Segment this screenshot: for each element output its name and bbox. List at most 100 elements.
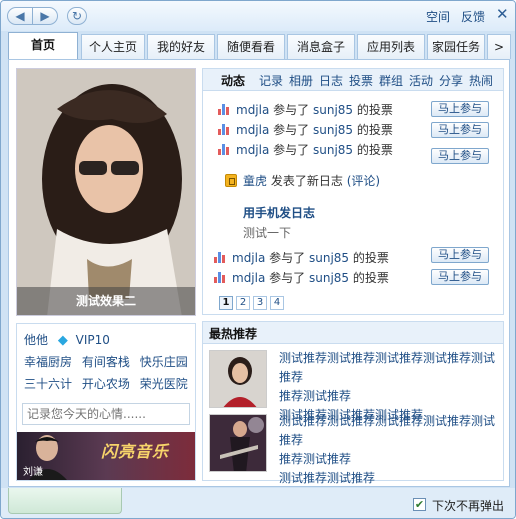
user-link[interactable]: mdjla <box>232 271 265 285</box>
target-user-link[interactable]: sunj85 <box>309 251 349 265</box>
recommend-title: 最热推荐 <box>203 322 503 344</box>
portrait-image <box>17 69 195 315</box>
app-link-farm[interactable]: 开心农场 <box>82 377 130 391</box>
tab-browse[interactable]: 随便看看 <box>217 34 285 59</box>
dont-show-again-label[interactable]: 下次不再弹出 <box>432 497 504 514</box>
profile-photo[interactable]: 测试效果二 <box>16 68 196 316</box>
feed-tab-records[interactable]: 记录 <box>259 72 283 89</box>
title-bar: ◀ ▶ ↻ 空间 反馈 ✕ <box>1 1 515 31</box>
target-user-link[interactable]: sunj85 <box>313 123 353 137</box>
feed-verb: 参与了 <box>269 271 306 285</box>
target-user-link[interactable]: sunj85 <box>309 271 349 285</box>
recommend-line[interactable]: 测试推荐测试推荐测试推荐测试推荐测试推荐 <box>279 412 499 450</box>
poll-icon <box>218 123 232 135</box>
tab-home[interactable]: 首页 <box>8 32 78 60</box>
main-tabs: 首页 个人主页 我的好友 随便看看 消息盒子 应用列表 家园任务 > <box>8 32 512 60</box>
app-link-manor[interactable]: 快乐庄园 <box>140 355 188 369</box>
feed-item-blog: 童虎 发表了新日志 (评论) <box>225 172 380 188</box>
arrow-left-icon: ◀ <box>15 9 25 23</box>
page-2[interactable]: 2 <box>236 296 250 310</box>
comment-link[interactable]: (评论) <box>347 174 380 188</box>
feed-item: mdjla 参与了 sunj85 的投票 <box>218 141 393 157</box>
join-poll-button[interactable]: 马上参与 <box>431 122 489 138</box>
feed-tab-hot[interactable]: 热闹 <box>469 72 493 89</box>
refresh-button[interactable]: ↻ <box>67 7 87 25</box>
user-link[interactable]: mdjla <box>236 123 269 137</box>
feed-tab-albums[interactable]: 相册 <box>289 72 313 89</box>
user-link[interactable]: mdjla <box>236 103 269 117</box>
promo-banner[interactable]: 刘谦 闪亮音乐 <box>17 432 195 480</box>
feed-suffix: 的投票 <box>356 123 393 137</box>
feed-tab-dynamic[interactable]: 动态 <box>221 72 245 89</box>
feed-verb: 发表了新日志 <box>270 174 343 188</box>
feed-suffix: 的投票 <box>352 271 389 285</box>
footer-bar: ✔ 下次不再弹出 <box>1 488 515 518</box>
diamond-icon: ◆ <box>57 333 68 348</box>
tab-friends[interactable]: 我的好友 <box>147 34 215 59</box>
feed-item: mdjla 参与了 sunj85 的投票 <box>214 269 389 285</box>
photo-caption: 测试效果二 <box>17 287 195 315</box>
recommend-line[interactable]: 推荐测试推荐 <box>279 450 499 469</box>
app-link-kitchen[interactable]: 幸福厨房 <box>24 355 72 369</box>
hot-recommendations: 最热推荐 测试推荐测试推荐测试推荐测试推荐测试推荐 推荐测试推荐 测试推荐测试推… <box>202 321 504 485</box>
forward-button[interactable]: ▶ <box>32 7 58 25</box>
feed-tab-polls[interactable]: 投票 <box>349 72 373 89</box>
thumb-image <box>210 415 266 471</box>
blog-title-link[interactable]: 用手机发日志 <box>243 204 315 221</box>
app-link-inn[interactable]: 有间客栈 <box>82 355 130 369</box>
recommend-line[interactable]: 推荐测试推荐 <box>279 387 499 406</box>
app-link-hospital[interactable]: 荣光医院 <box>140 377 188 391</box>
feedback-link[interactable]: 反馈 <box>461 8 485 25</box>
dont-show-again-checkbox[interactable]: ✔ <box>413 498 426 511</box>
feed-suffix: 的投票 <box>352 251 389 265</box>
tab-apps[interactable]: 应用列表 <box>357 34 425 59</box>
join-poll-button[interactable]: 马上参与 <box>431 247 489 263</box>
tab-tasks[interactable]: 家园任务 <box>427 34 485 59</box>
target-user-link[interactable]: sunj85 <box>313 143 353 157</box>
feed-verb: 参与了 <box>269 251 306 265</box>
feed-suffix: 的投票 <box>356 143 393 157</box>
space-link[interactable]: 空间 <box>426 8 450 25</box>
tab-messages[interactable]: 消息盒子 <box>287 34 355 59</box>
recommend-thumb[interactable] <box>209 414 267 472</box>
feed-tabs: 动态 记录 相册 日志 投票 群组 活动 分享 热闹 <box>203 69 503 91</box>
page-4[interactable]: 4 <box>270 296 284 310</box>
target-user-link[interactable]: sunj85 <box>313 103 353 117</box>
join-poll-button[interactable]: 马上参与 <box>431 101 489 117</box>
feed-item: mdjla 参与了 sunj85 的投票 <box>218 121 393 137</box>
thumb-image <box>210 351 266 407</box>
recommend-text[interactable]: 测试推荐测试推荐测试推荐测试推荐测试推荐 推荐测试推荐 测试推荐测试推荐 <box>279 412 499 488</box>
tab-more[interactable]: > <box>487 34 511 59</box>
feed-tab-shares[interactable]: 分享 <box>439 72 463 89</box>
back-button[interactable]: ◀ <box>7 7 33 25</box>
page-1[interactable]: 1 <box>219 296 233 310</box>
recommend-line[interactable]: 测试推荐测试推荐测试推荐测试推荐测试推荐 <box>279 349 499 387</box>
tab-profile[interactable]: 个人主页 <box>81 34 145 59</box>
user-link[interactable]: mdjla <box>236 143 269 157</box>
vip-link[interactable]: VIP10 <box>76 333 110 347</box>
poll-icon <box>218 143 232 155</box>
join-poll-button[interactable]: 马上参与 <box>431 148 489 164</box>
feed-item: mdjla 参与了 sunj85 的投票 <box>214 249 389 265</box>
recommend-thumb[interactable] <box>209 350 267 408</box>
recommend-line[interactable]: 测试推荐测试推荐 <box>279 469 499 488</box>
page-3[interactable]: 3 <box>253 296 267 310</box>
feed-tab-groups[interactable]: 群组 <box>379 72 403 89</box>
feed-tab-blogs[interactable]: 日志 <box>319 72 343 89</box>
nickname-link[interactable]: 他他 <box>24 333 48 347</box>
poll-icon <box>218 103 232 115</box>
feed-suffix: 的投票 <box>356 103 393 117</box>
close-icon[interactable]: ✕ <box>496 5 509 23</box>
user-link[interactable]: mdjla <box>232 251 265 265</box>
activity-feed: 动态 记录 相册 日志 投票 群组 活动 分享 热闹 mdjla 参与了 sun… <box>202 68 504 315</box>
feed-item: mdjla 参与了 sunj85 的投票 <box>218 101 393 117</box>
refresh-icon: ↻ <box>71 9 83 23</box>
poll-icon <box>214 271 228 283</box>
app-link-strategies[interactable]: 三十六计 <box>24 377 72 391</box>
join-poll-button[interactable]: 马上参与 <box>431 269 489 285</box>
blog-icon <box>225 174 237 187</box>
mood-input[interactable] <box>22 403 190 425</box>
footer-tab[interactable] <box>8 488 122 514</box>
user-link[interactable]: 童虎 <box>243 174 267 188</box>
feed-tab-events[interactable]: 活动 <box>409 72 433 89</box>
